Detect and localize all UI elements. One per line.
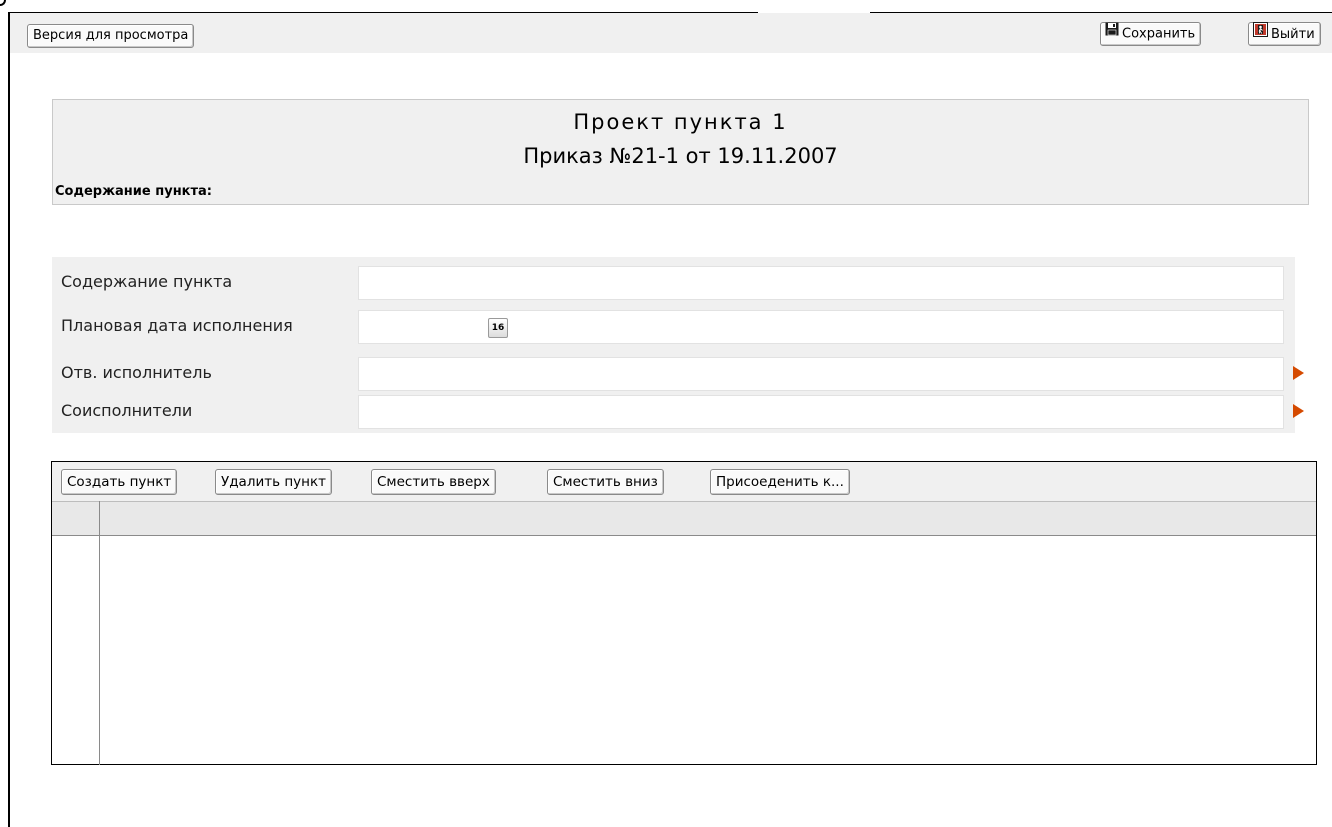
delete-item-button[interactable]: Удалить пункт	[215, 469, 333, 495]
calendar-icon[interactable]: 16	[488, 318, 508, 338]
form-row-content: Содержание пункта	[52, 261, 1295, 303]
exit-button[interactable]: Выйти	[1248, 22, 1321, 46]
exit-label: Выйти	[1271, 27, 1315, 42]
coexecutors-label: Соисполнители	[61, 401, 193, 420]
content-label: Содержание пункта	[61, 272, 233, 291]
attach-to-button[interactable]: Присоеденить к...	[710, 469, 850, 495]
item-form: Содержание пункта Плановая дата исполнен…	[52, 257, 1304, 433]
create-item-button[interactable]: Создать пункт	[61, 469, 178, 495]
exit-door-icon	[1253, 22, 1268, 45]
content-field[interactable]	[358, 266, 1284, 300]
grid-column-separator[interactable]	[99, 501, 100, 765]
left-border	[8, 12, 10, 827]
app-window: Версия для просмотра Сохранить Выйти Про…	[0, 0, 1332, 827]
move-down-button[interactable]: Сместить вниз	[547, 469, 664, 495]
form-row-coexecutors: Соисполнители	[52, 390, 1304, 432]
form-row-due-date: Плановая дата исполнения 16	[52, 305, 1295, 347]
save-label: Сохранить	[1122, 26, 1196, 42]
executor-select-arrow-icon[interactable]	[1293, 366, 1304, 380]
page-title: Проект пункта 1	[573, 110, 788, 134]
main-toolbar: Версия для просмотра Сохранить Выйти	[10, 13, 1332, 53]
form-row-executor: Отв. исполнитель	[52, 352, 1304, 394]
items-panel: Создать пункт Удалить пункт Сместить вве…	[51, 461, 1317, 765]
order-subtitle: Приказ №21-1 от 19.11.2007	[523, 144, 838, 168]
due-date-field[interactable]: 16	[358, 310, 1284, 344]
save-button[interactable]: Сохранить	[1100, 22, 1202, 46]
items-toolbar: Создать пункт Удалить пункт Сместить вве…	[52, 462, 1316, 501]
due-date-label: Плановая дата исполнения	[61, 316, 293, 335]
window-corner	[0, 0, 6, 6]
coexecutors-field[interactable]	[358, 395, 1284, 429]
section-caption: Содержание пункта:	[55, 184, 213, 199]
floppy-disk-icon	[1105, 22, 1119, 44]
executor-label: Отв. исполнитель	[61, 363, 212, 382]
document-header: Проект пункта 1 Приказ №21-1 от 19.11.20…	[52, 99, 1309, 205]
coexecutors-select-arrow-icon[interactable]	[1293, 404, 1304, 418]
grid-header	[52, 501, 1316, 536]
preview-version-button[interactable]: Версия для просмотра	[27, 24, 195, 48]
executor-field[interactable]	[358, 357, 1284, 391]
move-up-button[interactable]: Сместить вверх	[371, 469, 496, 495]
